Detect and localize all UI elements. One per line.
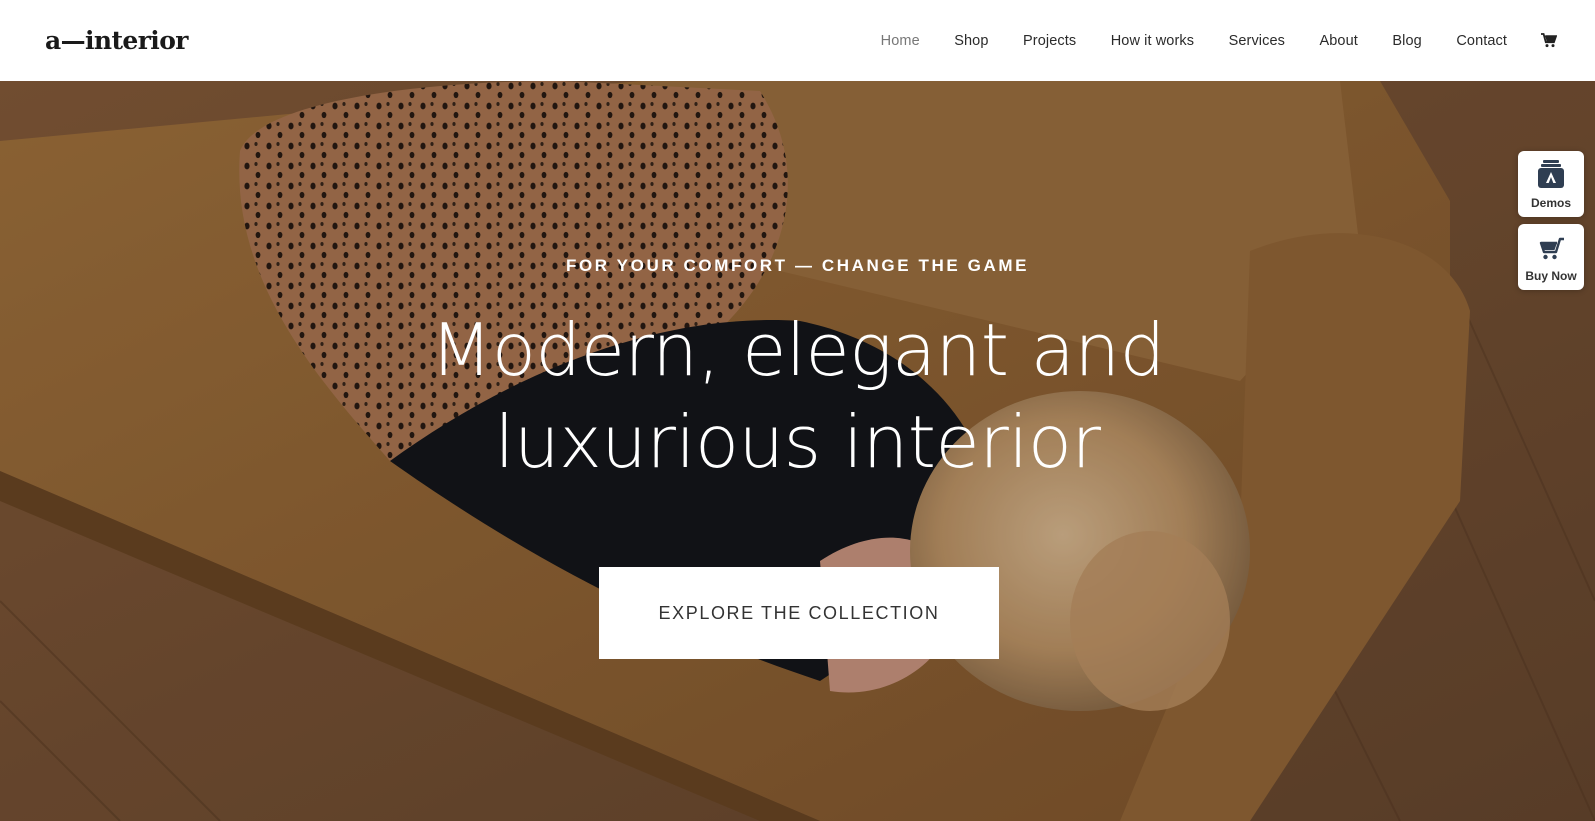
demos-stack-icon: [1538, 160, 1564, 193]
hero-headline: Modern, elegant and luxurious interior: [0, 304, 1595, 488]
site-header: a—interior Home Shop Projects How it wor…: [0, 0, 1595, 81]
nav-item-contact[interactable]: Contact: [1456, 33, 1507, 49]
hero-eyebrow: FOR YOUR COMFORT — CHANGE THE GAME: [565, 256, 1030, 275]
nav-item-projects[interactable]: Projects: [1023, 33, 1076, 49]
shopping-cart-icon[interactable]: [1541, 33, 1557, 49]
nav-item-services[interactable]: Services: [1229, 33, 1285, 49]
nav-item-shop[interactable]: Shop: [954, 33, 988, 49]
buy-now-widget[interactable]: Buy Now: [1518, 224, 1584, 290]
hero-headline-line-1: Modern, elegant and: [430, 308, 1165, 392]
demos-label: Demos: [1530, 196, 1571, 210]
demos-widget[interactable]: Demos: [1518, 151, 1584, 217]
explore-collection-button[interactable]: EXPLORE THE COLLECTION: [599, 567, 999, 659]
buy-now-label: Buy Now: [1525, 269, 1577, 283]
main-nav: Home Shop Projects How it works Services…: [846, 33, 1557, 49]
shopping-cart-icon: [1537, 237, 1565, 266]
site-logo[interactable]: a—interior: [45, 28, 188, 53]
nav-item-about[interactable]: About: [1320, 33, 1358, 49]
hero-headline-line-2: luxurious interior: [494, 400, 1102, 484]
nav-item-how-it-works[interactable]: How it works: [1111, 33, 1194, 49]
nav-item-blog[interactable]: Blog: [1392, 33, 1421, 49]
hero-section: FOR YOUR COMFORT — CHANGE THE GAME Moder…: [0, 81, 1595, 821]
nav-item-home[interactable]: Home: [881, 33, 920, 49]
